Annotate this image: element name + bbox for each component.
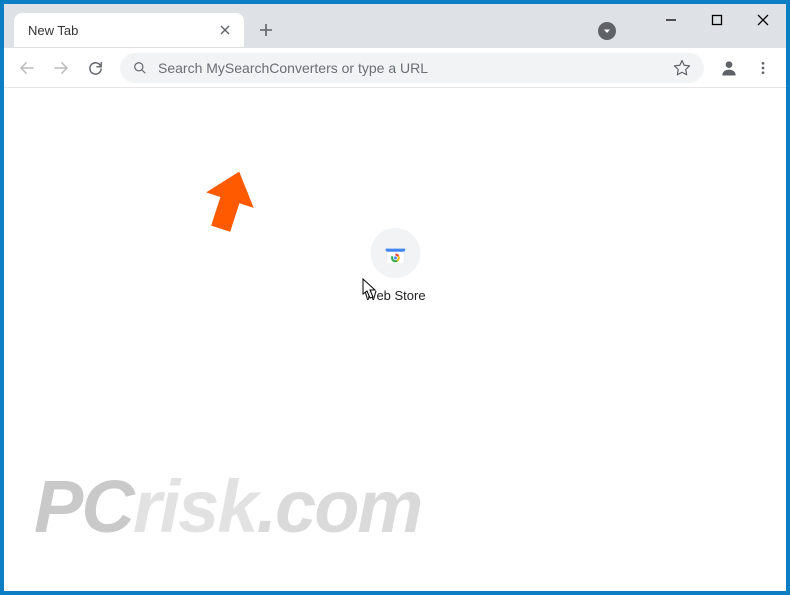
maximize-button[interactable] xyxy=(694,4,740,36)
caret-down-icon xyxy=(602,26,612,36)
tab-strip: New Tab xyxy=(4,12,280,48)
star-icon xyxy=(673,59,691,77)
menu-button[interactable] xyxy=(748,53,778,83)
profile-button[interactable] xyxy=(714,53,744,83)
close-window-button[interactable] xyxy=(740,4,786,36)
tab-title: New Tab xyxy=(28,23,216,38)
kebab-icon xyxy=(755,60,771,76)
reload-button[interactable] xyxy=(80,53,110,83)
user-icon xyxy=(719,58,739,78)
web-store-icon xyxy=(382,240,408,266)
guest-indicator[interactable] xyxy=(598,22,616,40)
search-icon xyxy=(132,60,148,76)
minimize-button[interactable] xyxy=(648,4,694,36)
tab-close-button[interactable] xyxy=(216,21,234,39)
close-icon xyxy=(220,25,230,35)
shortcut-label: Web Store xyxy=(364,288,425,303)
arrow-right-icon xyxy=(52,59,70,77)
watermark-dot: .com xyxy=(256,465,421,548)
reload-icon xyxy=(87,59,104,76)
annotation-arrow-icon xyxy=(199,168,259,238)
watermark-risk: risk xyxy=(133,465,257,548)
plus-icon xyxy=(259,23,273,37)
close-icon xyxy=(757,14,769,26)
titlebar: New Tab xyxy=(4,4,786,48)
maximize-icon xyxy=(711,14,723,26)
omnibox[interactable] xyxy=(120,53,704,83)
back-button[interactable] xyxy=(12,53,42,83)
shortcut-icon-circle xyxy=(370,228,420,278)
toolbar xyxy=(4,48,786,88)
browser-window: New Tab xyxy=(4,4,786,591)
watermark-pc: PC xyxy=(34,465,133,548)
arrow-left-icon xyxy=(18,59,36,77)
shortcut-web-store[interactable]: Web Store xyxy=(364,228,425,303)
watermark: PCrisk.com xyxy=(34,464,421,549)
address-input[interactable] xyxy=(158,60,672,76)
bookmark-button[interactable] xyxy=(672,59,692,77)
shortcuts-area: Web Store xyxy=(364,228,425,303)
page-content: Web Store PCrisk.com xyxy=(4,88,786,591)
tab-new-tab[interactable]: New Tab xyxy=(14,13,244,47)
window-controls xyxy=(648,4,786,36)
forward-button[interactable] xyxy=(46,53,76,83)
minimize-icon xyxy=(665,14,677,26)
new-tab-button[interactable] xyxy=(252,16,280,44)
